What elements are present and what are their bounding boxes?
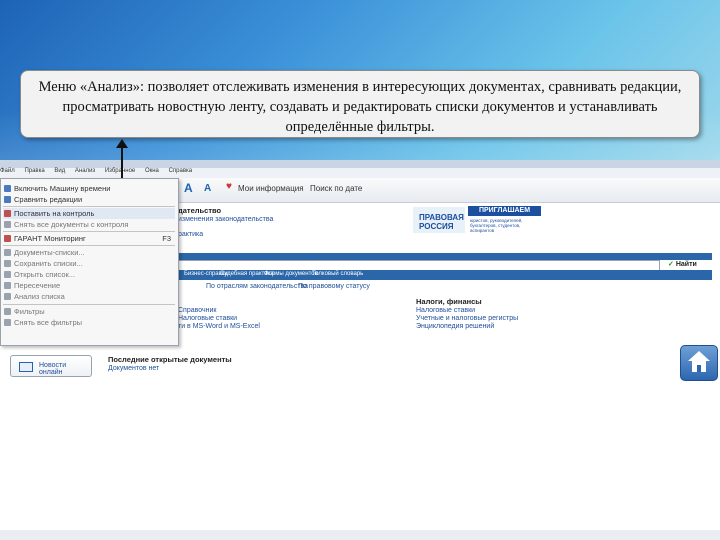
section-title: дательство [178,206,222,215]
analysis-menu-item-label: Открыть список... [14,270,76,279]
analysis-menu-item-label: Пересечение [14,281,61,290]
analysis-menu-item-label: Сравнить редакции [14,195,83,204]
home-button[interactable] [680,345,718,381]
menu-separator [3,206,175,207]
menu-item-icon [4,293,11,300]
link-practice[interactable]: рактика [178,231,203,238]
analysis-menu-item-label: Анализ списка [14,292,65,301]
analysis-menu-item[interactable]: Включить Машину времени [3,183,175,194]
app-toolbar: A A ♥ Мои информация Поиск по дате [160,178,720,203]
banner-invite: ПРИГЛАШАЕМ [468,206,541,216]
heart-icon[interactable]: ♥ [226,181,232,192]
search-button-label: Найти [675,261,697,268]
home-icon-roof [688,351,710,361]
menu-item-icon [4,271,11,278]
taxes-title: Налоги, финансы [416,297,482,306]
increase-font-button[interactable]: A [184,181,193,195]
analysis-menu-item[interactable]: Открыть список... [3,269,175,280]
menu-item-icon [4,319,11,326]
home-icon-door [697,365,701,372]
menu-view[interactable]: Вид [54,168,65,174]
link-law-changes[interactable]: изменения законодательства [178,216,273,223]
menu-item-icon [4,249,11,256]
menu-item-icon [4,260,11,267]
left-link-1[interactable]: Справочник [178,307,217,314]
tabs-bar: Бизнес-справки Судебная практика Формы д… [178,270,712,280]
menu-windows[interactable]: Окна [145,168,159,174]
app-menubar: Файл Правка Вид Анализ Избранное Окна Сп… [0,168,720,178]
menu-item-icon [4,185,11,192]
newspaper-icon [19,362,33,372]
menu-item-icon [4,235,11,242]
caption-box: Меню «Анализ»: позволяет отслеживать изм… [20,70,700,138]
menu-shortcut: F3 [162,234,171,243]
taxes-link-1[interactable]: Налоговые ставки [416,307,475,314]
my-info-button[interactable]: Мои информация [238,184,304,193]
banner-logo: ПРАВОВАЯ РОССИЯ [413,207,465,233]
menu-help[interactable]: Справка [169,168,193,174]
menu-analysis[interactable]: Анализ [75,168,95,174]
tab-forms[interactable]: Формы документов [264,271,318,277]
decrease-font-button[interactable]: A [204,183,211,194]
menu-item-icon [4,221,11,228]
analysis-menu-item-label: Сохранить списки... [14,259,83,268]
link-by-status[interactable]: По правовому статусу [298,283,370,290]
status-bar [0,530,720,540]
menu-item-icon [4,308,11,315]
date-search-button[interactable]: Поиск по дате [310,184,362,193]
banner-line2: РОССИЯ [419,222,454,231]
left-link-3[interactable]: ти в MS-Word и MS-Excel [178,323,260,330]
garant-app-window: Файл Правка Вид Анализ Избранное Окна Сп… [0,160,720,540]
menu-item-icon [4,210,11,217]
news-online-button[interactable]: Новости онлайн [10,355,92,377]
analysis-menu-item[interactable]: Пересечение [3,280,175,291]
analysis-menu-item-label: Фильтры [14,307,45,316]
check-icon: ✓ [668,261,674,268]
search-header-bar [178,253,712,260]
news-online-label: Новости онлайн [39,362,67,376]
menu-item-icon [4,282,11,289]
menu-separator [3,231,175,232]
analysis-menu-item[interactable]: Снять все документы с контроля [3,219,175,230]
analysis-menu-item[interactable]: ГАРАНТ Мониторинг F3 [3,233,175,244]
analysis-menu-item[interactable]: Документы-списки... [3,247,175,258]
analysis-menu-item[interactable]: Анализ списка [3,291,175,302]
menu-edit[interactable]: Правка [24,168,44,174]
analysis-menu-item[interactable]: Снять все фильтры [3,317,175,328]
recent-docs-empty: Документов нет [108,365,160,372]
menu-file[interactable]: Файл [0,168,15,174]
tab-dictionary[interactable]: Толковый словарь [312,271,363,277]
menu-separator [3,245,175,246]
analysis-menu-item-label: Поставить на контроль [14,209,95,218]
pravovaya-rossiya-banner[interactable]: ПРАВОВАЯ РОССИЯ ПРИГЛАШАЕМ юристов, руко… [413,204,541,234]
app-titlebar [0,160,720,168]
pointer-arrow-line [121,144,123,178]
analysis-dropdown-menu: Включить Машину времени Сравнить редакции… [0,178,179,346]
analysis-menu-item[interactable]: Сохранить списки... [3,258,175,269]
analysis-menu-item-label: Снять все документы с контроля [14,220,129,229]
main-content: дательство изменения законодательства ра… [178,202,720,502]
analysis-menu-item-label: Включить Машину времени [14,184,111,193]
taxes-link-3[interactable]: Энциклопедия решений [416,323,494,330]
link-by-branches[interactable]: По отраслям законодательства [206,283,308,290]
analysis-menu-item-label: ГАРАНТ Мониторинг [14,234,86,243]
analysis-menu-item[interactable]: Сравнить редакции [3,194,175,205]
analysis-menu-item[interactable]: Поставить на контроль [3,208,175,219]
pointer-arrow-head [116,139,128,148]
menu-separator [3,304,175,305]
analysis-menu-item-label: Документы-списки... [14,248,85,257]
banner-line1: ПРАВОВАЯ [419,213,464,222]
left-link-2[interactable]: Налоговые ставки [178,315,237,322]
recent-docs-title: Последние открытые документы [108,355,232,364]
analysis-menu-item[interactable]: Фильтры [3,306,175,317]
analysis-menu-item-label: Снять все фильтры [14,318,83,327]
menu-item-icon [4,196,11,203]
banner-small-3: аспирантов [470,228,495,233]
taxes-link-2[interactable]: Учетные и налоговые регистры [416,315,518,322]
